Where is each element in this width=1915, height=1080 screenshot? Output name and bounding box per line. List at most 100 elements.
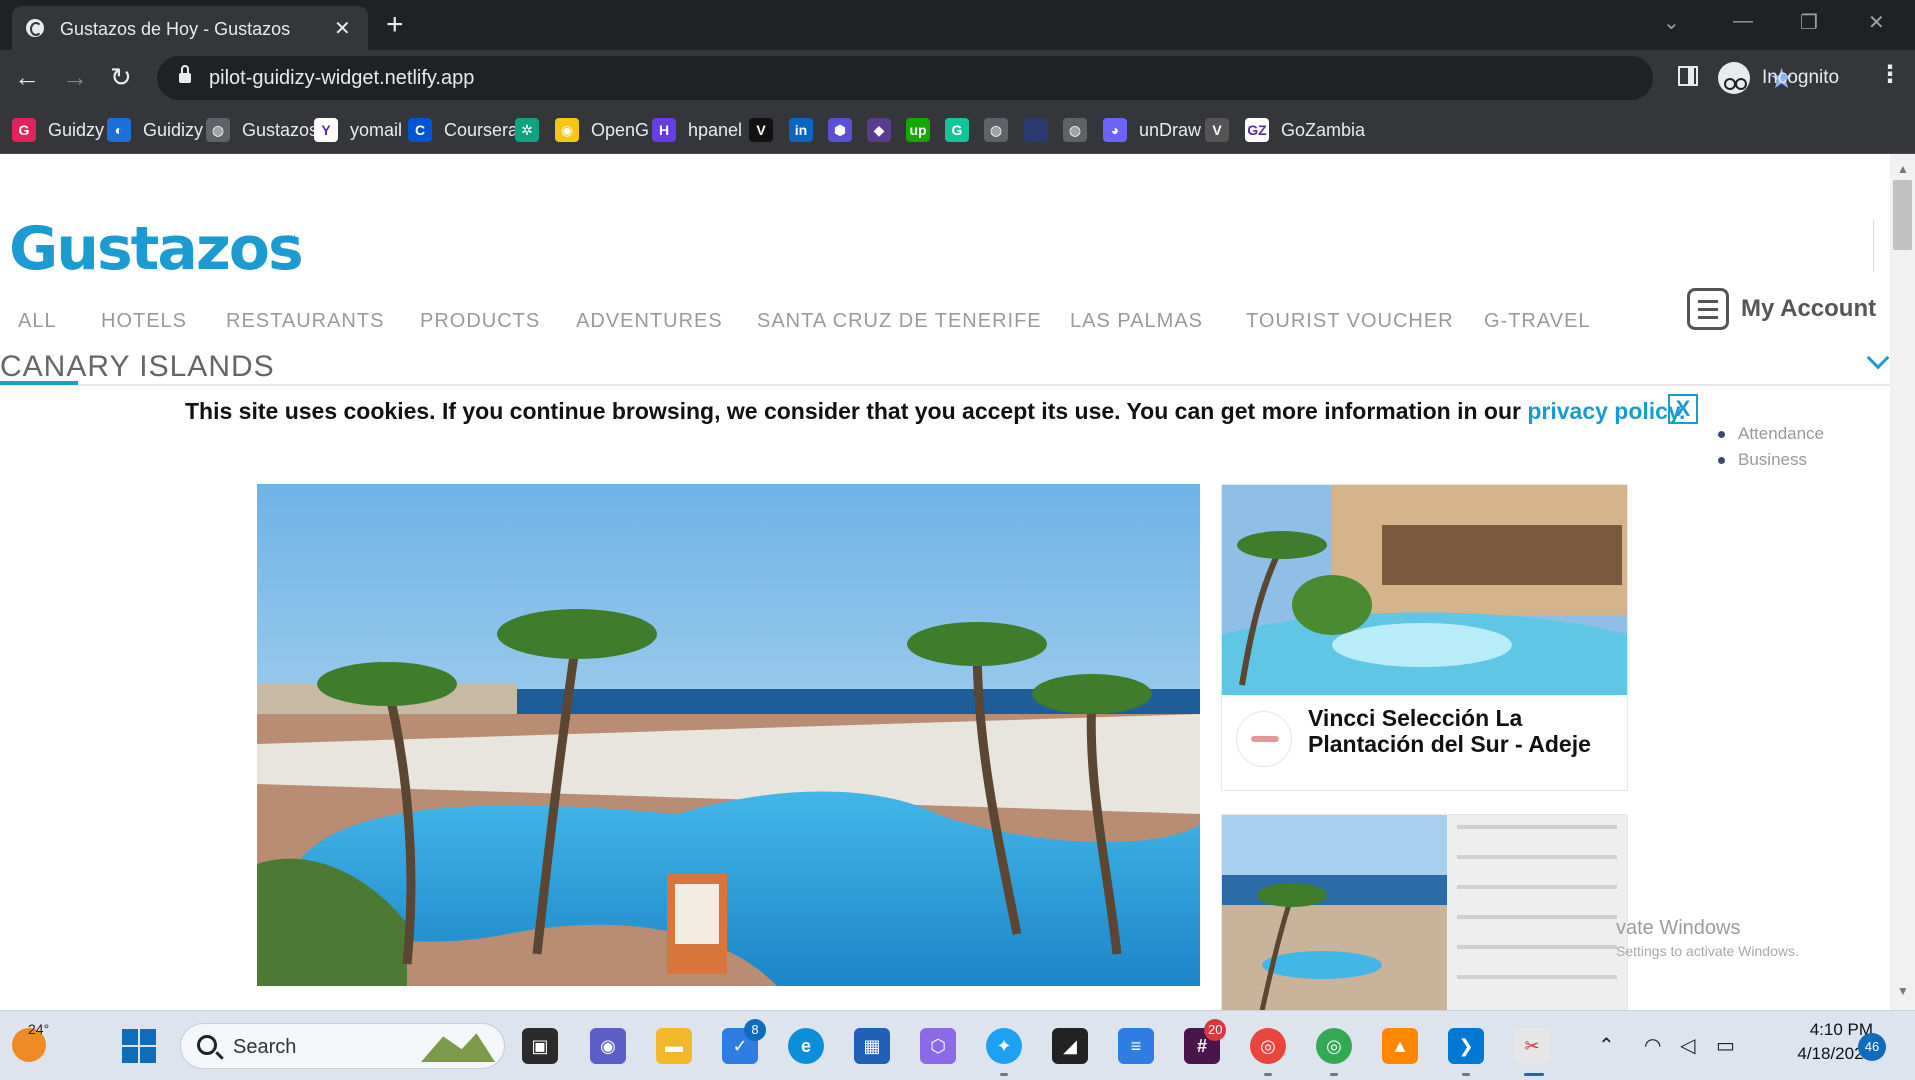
nav-tab-adventures[interactable]: ADVENTURES <box>576 310 723 333</box>
browser-tab-strip: Gustazos de Hoy - Gustazos ✕ + ⌄ — ❐ ✕ <box>0 0 1915 50</box>
bookmark-item[interactable]: ◍ Gustazos <box>206 116 318 144</box>
my-account-label[interactable]: My Account <box>1741 295 1876 323</box>
bookmark-item[interactable] <box>1024 116 1048 144</box>
deal-card[interactable] <box>1221 814 1628 1010</box>
activate-windows-title: vate Windows <box>1616 917 1741 939</box>
bookmark-item[interactable]: V <box>749 116 773 144</box>
address-bar[interactable]: pilot-guidizy-widget.netlify.app ⊘ ★ <box>157 56 1794 100</box>
sticky-notes-icon[interactable]: ◢ <box>1052 1028 1088 1064</box>
category-nav <box>0 344 1890 386</box>
my-account-button[interactable]: My Account <box>1687 288 1876 330</box>
taskbar-search-label: Search <box>233 1036 297 1058</box>
side-item-attendance[interactable]: Attendance <box>1718 424 1824 450</box>
bookmark-item[interactable]: Hhpanel <box>652 116 742 144</box>
bookmark-item[interactable]: ◐ Guidizy <box>107 116 203 144</box>
nav-tab-products[interactable]: PRODUCTS <box>420 310 540 333</box>
back-button[interactable]: ← <box>14 62 40 92</box>
gozambia-icon: GZ <box>1245 118 1269 142</box>
bookmark-item[interactable]: ⬢ <box>828 116 852 144</box>
browser-menu-icon[interactable]: ⋮ <box>1878 60 1902 89</box>
bookmark-item[interactable]: up <box>906 116 930 144</box>
bookmark-item[interactable]: ◍ <box>984 116 1008 144</box>
deal-card[interactable]: Vincci Selección La Plantación del Sur -… <box>1221 484 1628 791</box>
hero-deal-image[interactable] <box>257 484 1200 986</box>
side-menu: Attendance Business <box>1718 424 1824 476</box>
battery-icon[interactable]: ▭ <box>1716 1033 1735 1058</box>
notepad-icon[interactable]: ≡ <box>1118 1028 1154 1064</box>
blank-icon <box>1024 118 1048 142</box>
task-view-icon[interactable]: ▣ <box>522 1028 558 1064</box>
bookmark-item[interactable]: GZ GoZambia <box>1245 116 1365 144</box>
scroll-up-icon[interactable]: ▲ <box>1897 162 1909 176</box>
deal-card-image[interactable] <box>1222 815 1627 1010</box>
url-text[interactable]: pilot-guidizy-widget.netlify.app <box>209 67 474 90</box>
show-hidden-icons[interactable]: ⌃ <box>1598 1033 1615 1058</box>
bookmark-item[interactable]: G Guidzy <box>12 116 104 144</box>
deal-card-image[interactable] <box>1222 485 1627 695</box>
wifi-icon[interactable]: ◠ <box>1644 1033 1661 1058</box>
forward-button[interactable]: → <box>62 62 88 92</box>
bookmark-item[interactable]: ◍ <box>1063 116 1087 144</box>
bookmark-item[interactable]: ◆ <box>867 116 891 144</box>
reload-button[interactable]: ↻ <box>110 62 132 92</box>
scrollbar-thumb[interactable] <box>1893 180 1912 250</box>
vscode-icon[interactable]: ❯ <box>1448 1028 1484 1064</box>
edge-icon[interactable]: e <box>788 1028 824 1064</box>
cookie-close-button[interactable]: X <box>1668 394 1698 424</box>
new-tab-button[interactable]: + <box>386 8 404 42</box>
incognito-profile-button[interactable]: Incognito <box>1710 56 1866 100</box>
bookmark-item[interactable]: ✲ <box>515 116 539 144</box>
privacy-policy-link[interactable]: privacy policy. <box>1527 398 1685 424</box>
bookmark-item[interactable]: Yyomail <box>314 116 402 144</box>
nav-tab-g-travel[interactable]: G-TRAVEL <box>1484 310 1591 333</box>
clock-time[interactable]: 4:10 PM <box>1768 1020 1873 1040</box>
volume-icon[interactable]: ◁ <box>1680 1033 1695 1058</box>
hamburger-menu-icon[interactable] <box>1687 288 1729 330</box>
file-explorer-icon[interactable]: ▬ <box>656 1028 692 1064</box>
hexagon-icon: ⬢ <box>828 118 852 142</box>
cookie-notice: This site uses cookies. If you continue … <box>185 398 1685 425</box>
copilot-icon[interactable]: ⬡ <box>920 1028 956 1064</box>
store-icon[interactable]: ▦ <box>854 1028 890 1064</box>
side-panel-icon[interactable] <box>1678 66 1698 86</box>
nav-tab-las-palmas[interactable]: LAS PALMAS <box>1070 310 1203 333</box>
grammarly-icon: G <box>945 118 969 142</box>
deal-card-title[interactable]: Vincci Selección La Plantación del Sur -… <box>1308 705 1608 757</box>
tab-search-icon[interactable]: ⌄ <box>1663 10 1680 35</box>
bookmark-item[interactable]: V <box>1205 116 1229 144</box>
running-indicator <box>1330 1073 1338 1076</box>
teams-chat-icon[interactable]: ◉ <box>590 1028 626 1064</box>
bookmark-item[interactable]: in <box>789 116 813 144</box>
side-item-business[interactable]: Business <box>1718 450 1824 476</box>
bookmark-label: Gustazos <box>242 119 319 140</box>
page-scrollbar[interactable]: ▲ ▼ <box>1890 154 1915 1010</box>
nav-tab-tourist-voucher[interactable]: TOURIST VOUCHER <box>1246 310 1454 333</box>
taskbar-search-box[interactable]: Search <box>180 1023 505 1069</box>
scroll-down-icon[interactable]: ▼ <box>1897 984 1909 998</box>
bookmark-item[interactable]: ◉ OpenG <box>555 116 649 144</box>
bookmark-item[interactable]: ◕ unDraw <box>1103 116 1201 144</box>
weather-temperature[interactable]: 24° <box>28 1021 49 1037</box>
nav-tab-all[interactable]: ALL <box>18 310 57 333</box>
bookmark-item[interactable]: C Coursera <box>408 116 518 144</box>
nav-tab-santa-cruz[interactable]: SANTA CRUZ DE TENERIFE <box>757 310 1042 333</box>
snipping-tool-icon[interactable]: ✂ <box>1514 1028 1550 1064</box>
restore-button[interactable]: ❐ <box>1800 10 1818 35</box>
site-logo[interactable]: Gustazos <box>9 214 304 284</box>
minimize-button[interactable]: — <box>1733 10 1753 33</box>
upwork-icon: up <box>906 118 930 142</box>
chrome-profile-icon[interactable]: ◎ <box>1316 1028 1352 1064</box>
nav-tab-restaurants[interactable]: RESTAURANTS <box>226 310 384 333</box>
twitter-icon[interactable]: ✦ <box>986 1028 1022 1064</box>
windows-start-icon[interactable] <box>122 1029 156 1063</box>
vimeo-icon: V <box>749 118 773 142</box>
lock-icon[interactable] <box>179 65 191 85</box>
chrome-icon[interactable]: ◎ <box>1250 1028 1286 1064</box>
notification-badge[interactable]: 46 <box>1858 1033 1886 1061</box>
vlc-icon[interactable]: ▲ <box>1382 1028 1418 1064</box>
close-window-button[interactable]: ✕ <box>1868 10 1885 35</box>
browser-tab[interactable]: Gustazos de Hoy - Gustazos ✕ <box>12 6 368 50</box>
bookmark-item[interactable]: G <box>945 116 969 144</box>
close-tab-icon[interactable]: ✕ <box>334 16 351 41</box>
nav-tab-hotels[interactable]: HOTELS <box>101 310 187 333</box>
